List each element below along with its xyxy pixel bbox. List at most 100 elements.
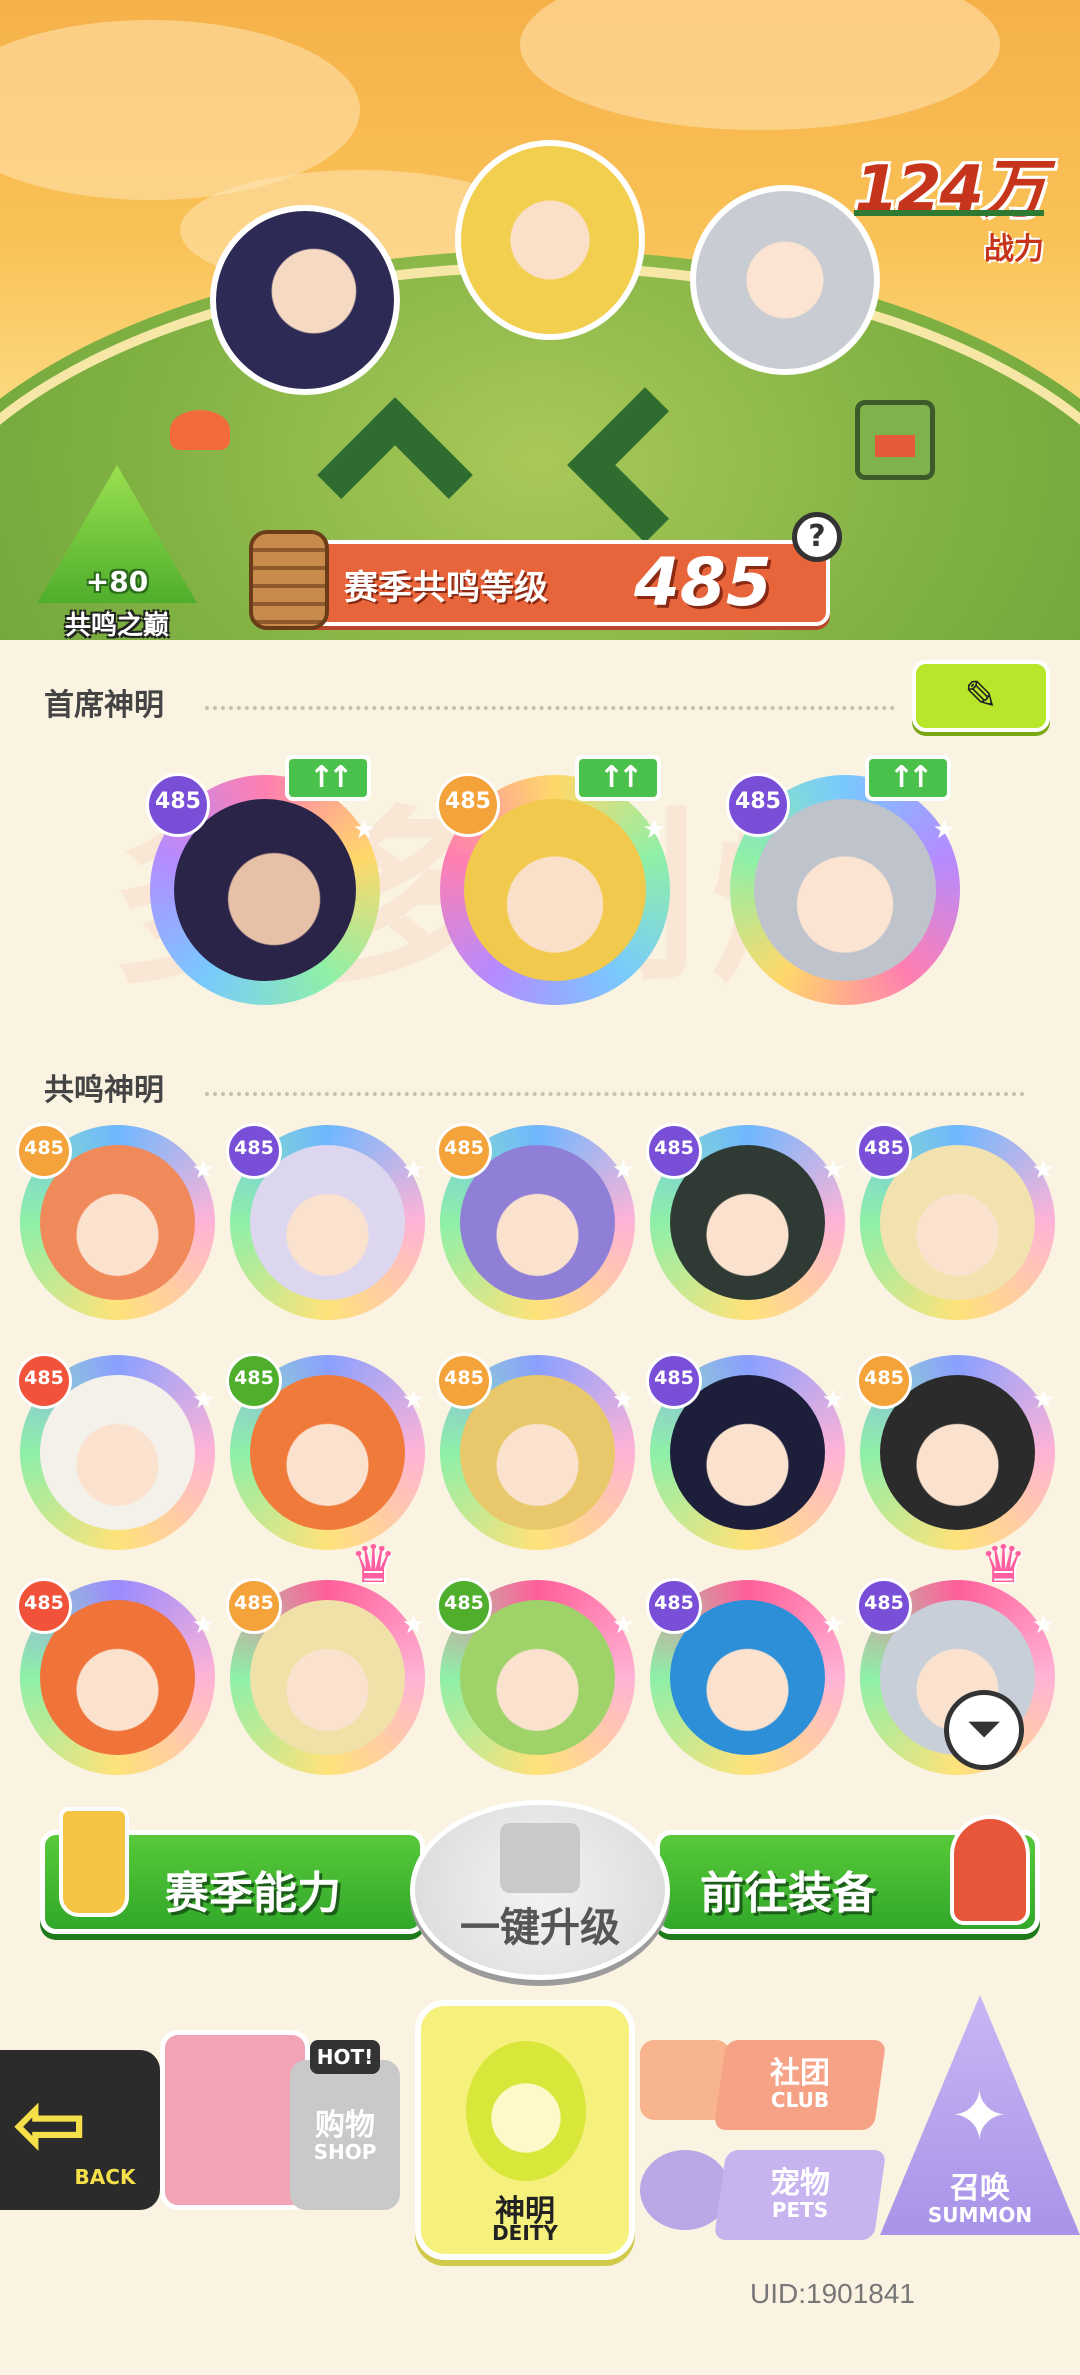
resonance-deity-card[interactable]: 485 ★ [16, 1353, 215, 1550]
crown-icon: ♛ [980, 1535, 1027, 1595]
level-badge: 485 [646, 1353, 702, 1409]
summon-button[interactable]: ✦ 召唤 SUMMON [880, 1995, 1080, 2245]
season-resonance-level-banner: 赛季共鸣等级 485 [249, 530, 830, 630]
resonance-deity-card[interactable]: 485 ★ [436, 1123, 635, 1320]
level-badge: 485 [856, 1578, 912, 1634]
chief-deity-card[interactable]: 485 ★ [726, 773, 960, 1005]
star-icon: ★ [1031, 1610, 1055, 1640]
level-badge: 485 [436, 773, 500, 837]
star-icon: ★ [191, 1155, 215, 1185]
star-icon: ★ [611, 1610, 635, 1640]
deity-mascot-icon [466, 2041, 586, 2181]
resonance-level-label: 赛季共鸣等级 [344, 568, 548, 608]
question-icon[interactable]: ? [792, 512, 842, 562]
resonance-deity-card[interactable]: 485 ★ [16, 1123, 215, 1320]
level-badge: 485 [146, 773, 210, 837]
summon-label: 召唤 [950, 2171, 1010, 2206]
star-icon: ★ [821, 1155, 845, 1185]
star-icon: ★ [642, 815, 666, 845]
season-ability-label: 赛季能力 [165, 1868, 341, 1919]
star-icon: ★ [611, 1385, 635, 1415]
power-display: 124万 战力 [854, 138, 1046, 268]
star-icon: ★ [1031, 1155, 1055, 1185]
shop-sublabel: SHOP [313, 2140, 377, 2164]
club-label: 社团 [770, 2056, 830, 2091]
level-badge: 485 [646, 1578, 702, 1634]
pets-button[interactable]: 宠物 PETS [640, 2140, 887, 2240]
level-badge: 485 [856, 1123, 912, 1179]
edit-pencil-icon[interactable]: ✎ [912, 660, 1050, 732]
upgrade-arrow-badge: ↑↑ [285, 755, 371, 801]
upgrade-arrow-badge: ↑↑ [575, 755, 661, 801]
resonance-deity-card[interactable]: 485 ★ [646, 1353, 845, 1550]
go-equipment-button[interactable]: 前往装备 [655, 1815, 1040, 1934]
resonance-deity-card[interactable]: 485 ★ [226, 1353, 425, 1550]
shop-label: 购物 [315, 2108, 375, 2143]
backpack-pocket [875, 435, 915, 457]
level-badge: 485 [226, 1353, 282, 1409]
level-badge: 485 [436, 1353, 492, 1409]
peak-bonus: +80 [85, 565, 149, 598]
peak-label: 共鸣之巅 [64, 611, 169, 641]
level-badge: 485 [856, 1353, 912, 1409]
resonance-deity-card[interactable]: 485 ★ [646, 1123, 845, 1320]
season-ability-button[interactable]: 赛季能力 [40, 1807, 425, 1934]
star-icon: ★ [1031, 1385, 1055, 1415]
star-icon: ★ [611, 1155, 635, 1185]
vending-machine-icon [160, 2030, 310, 2210]
star-icon: ★ [401, 1155, 425, 1185]
resonance-level-value: 485 [634, 544, 772, 621]
pets-sublabel: PETS [771, 2198, 829, 2222]
resonance-deity-card[interactable]: 485 ★ [646, 1578, 845, 1775]
chief-deity-card[interactable]: 485 ★ [436, 773, 670, 1005]
barrel-icon [249, 530, 329, 630]
resonance-deity-card[interactable]: 485 ★ [856, 1353, 1055, 1550]
resonance-deity-card[interactable]: 485 ★ [226, 1578, 425, 1775]
chief-deity-card[interactable]: 485 ★ [146, 773, 380, 1005]
back-button[interactable]: ⇦ BACK [0, 2050, 160, 2210]
power-label: 战力 [984, 232, 1044, 267]
star-icon: ★ [401, 1385, 425, 1415]
section-title-chief: 首席神明 [44, 688, 164, 723]
resonance-deity-card[interactable]: 485 ★ [16, 1578, 215, 1775]
sparkle-icon: ✦ [950, 2075, 1009, 2157]
deity-tab-active[interactable]: 神明 DEITY [415, 2000, 635, 2260]
star-icon: ★ [821, 1385, 845, 1415]
star-icon: ★ [191, 1610, 215, 1640]
campfire-icon [170, 410, 230, 450]
back-label: BACK [74, 2165, 136, 2189]
shop-button[interactable]: HOT! 购物 SHOP [160, 1990, 410, 2220]
chibi-dark-haired-deity[interactable] [210, 205, 400, 395]
user-id: UID:1901841 [750, 2278, 916, 2309]
level-badge: 485 [16, 1123, 72, 1179]
upgrade-arrow-badge: ↑↑ [865, 755, 951, 801]
level-badge: 485 [226, 1123, 282, 1179]
equipment-icon [950, 1815, 1030, 1925]
go-equipment-label: 前往装备 [700, 1868, 876, 1919]
star-icon: ★ [821, 1610, 845, 1640]
level-badge: 485 [726, 773, 790, 837]
filter-icon[interactable]: ⏷ [944, 1690, 1024, 1770]
one-key-upgrade-button[interactable]: 一键升级 [410, 1800, 670, 1980]
level-badge: 485 [16, 1353, 72, 1409]
chibi-silver-haired-deity[interactable] [690, 185, 880, 375]
club-sublabel: CLUB [770, 2088, 830, 2112]
chibi-blonde-deity[interactable] [455, 140, 645, 340]
resonance-deity-card[interactable]: 485 ★ [226, 1123, 425, 1320]
crown-icon: ♛ [350, 1535, 397, 1595]
summon-sublabel: SUMMON [927, 2203, 1033, 2227]
upgrade-icon [500, 1823, 580, 1893]
star-icon: ★ [932, 815, 956, 845]
resonance-deity-card[interactable]: 485 ★ [436, 1353, 635, 1550]
resonance-peak-badge[interactable]: +80 共鸣之巅 [32, 465, 202, 641]
level-badge: 485 [226, 1578, 282, 1634]
section-title-resonance: 共鸣神明 [44, 1073, 164, 1108]
backpack-icon[interactable] [855, 400, 935, 480]
bubble-tea-icon [59, 1807, 129, 1917]
cloud [520, 0, 1000, 130]
club-button[interactable]: 社团 CLUB [640, 2030, 887, 2130]
resonance-deity-card[interactable]: 485 ★ [436, 1578, 635, 1775]
resonance-deity-card[interactable]: 485 ★ [856, 1123, 1055, 1320]
star-icon: ★ [352, 815, 376, 845]
divider [205, 706, 895, 710]
